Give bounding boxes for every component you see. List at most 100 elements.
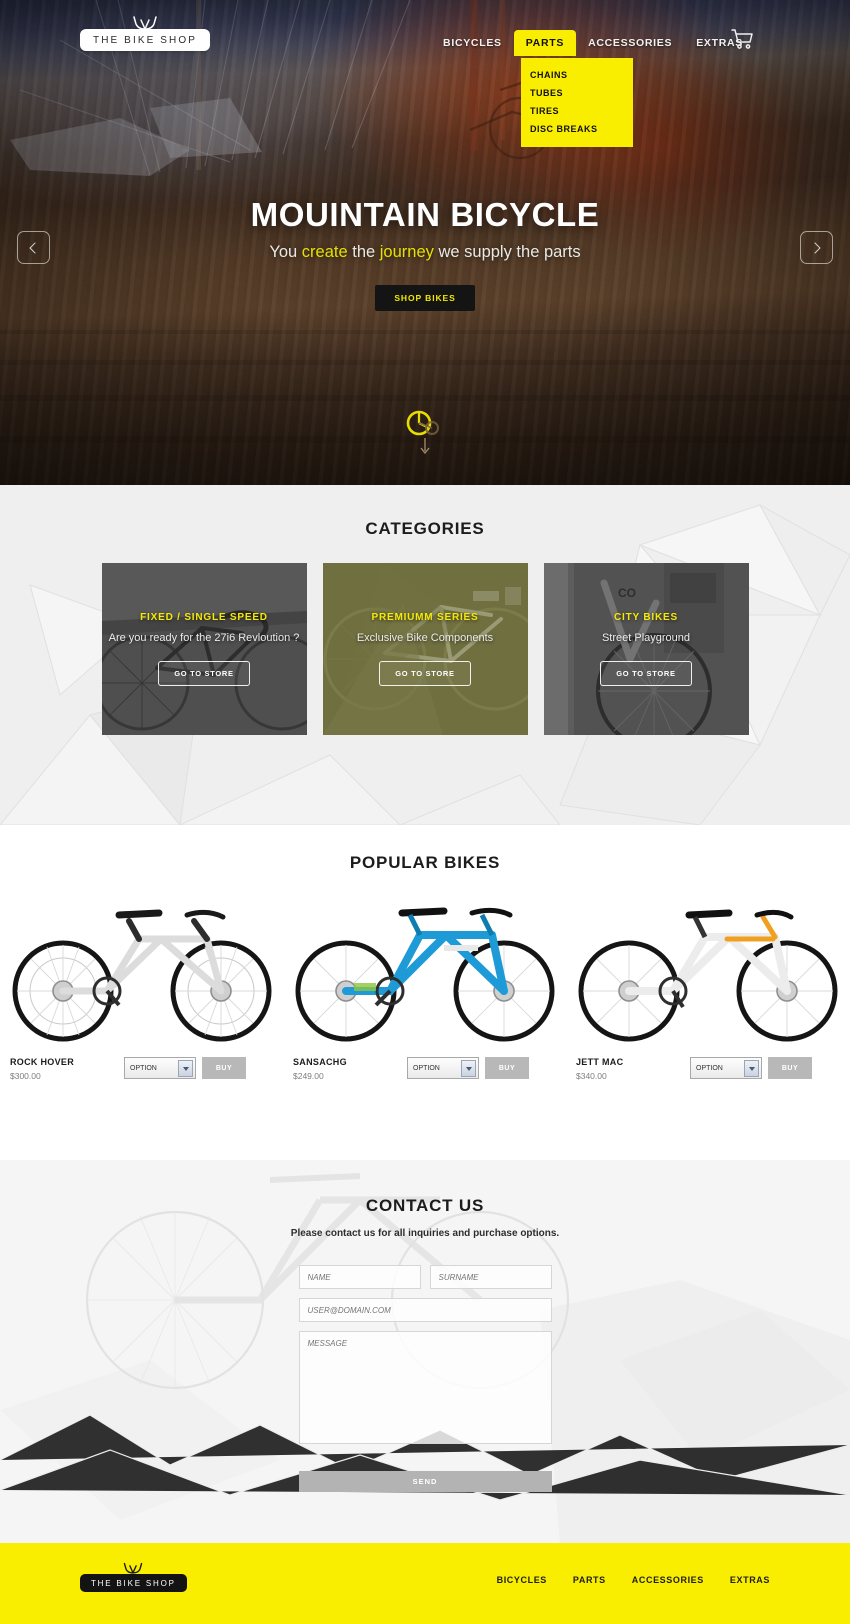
message-textarea[interactable] bbox=[298, 1331, 552, 1444]
email-input[interactable] bbox=[298, 1298, 552, 1322]
footer-logo-plate: THE BIKE SHOP bbox=[80, 1574, 187, 1592]
nav-item-parts[interactable]: PARTS bbox=[513, 30, 577, 56]
categories-card-row: FIXED / SINGLE SPEED Are you ready for t… bbox=[0, 563, 850, 735]
dropdown-item-chains[interactable]: CHAINS bbox=[521, 66, 633, 84]
name-input[interactable] bbox=[298, 1265, 421, 1289]
hero-sub-part-2: create bbox=[301, 243, 348, 261]
category-content-3: CITY BIKES Street Playground GO TO STORE bbox=[544, 612, 749, 686]
go-to-store-button-city[interactable]: GO TO STORE bbox=[600, 661, 692, 686]
hero-title: MOUINTAIN BICYCLE bbox=[250, 196, 600, 233]
product-cell-jett-mac: JETT MAC $340.00 OPTION BUY bbox=[566, 1057, 849, 1081]
carousel-prev-button[interactable] bbox=[17, 231, 50, 264]
option-select-value-1: OPTION bbox=[130, 1064, 157, 1072]
dropdown-item-tires[interactable]: TIRES bbox=[521, 102, 633, 120]
chevron-down-icon[interactable] bbox=[461, 1060, 476, 1077]
category-content-1: FIXED / SINGLE SPEED Are you ready for t… bbox=[102, 612, 307, 686]
buy-button-jett-mac[interactable]: BUY bbox=[768, 1057, 812, 1079]
category-desc-premiumm: Exclusive Bike Components bbox=[356, 632, 494, 644]
bike-wheel-scroll-down-icon bbox=[406, 410, 439, 436]
buy-button-rock-hover[interactable]: BUY bbox=[202, 1057, 246, 1079]
product-name-jett-mac: JETT MAC bbox=[576, 1057, 624, 1067]
shopping-cart-icon[interactable] bbox=[729, 26, 755, 52]
bike-image-cell-3 bbox=[566, 887, 849, 1047]
main-nav: BICYCLES PARTS ACCESSORIES EXTRAS bbox=[431, 30, 755, 56]
product-cell-sansachg: SANSACHG $249.00 OPTION BUY bbox=[283, 1057, 566, 1081]
product-price-sansachg: $249.00 bbox=[293, 1071, 324, 1081]
product-meta-3: JETT MAC $340.00 bbox=[566, 1057, 686, 1081]
buy-button-sansachg[interactable]: BUY bbox=[485, 1057, 529, 1079]
product-option-select-rock-hover[interactable]: OPTION bbox=[124, 1057, 196, 1079]
product-controls-2: OPTION BUY bbox=[407, 1057, 529, 1079]
go-to-store-button-fixed[interactable]: GO TO STORE bbox=[158, 661, 250, 686]
nav-item-bicycles[interactable]: BICYCLES bbox=[431, 30, 514, 56]
go-to-store-button-premiumm[interactable]: GO TO STORE bbox=[379, 661, 471, 686]
dropdown-item-tubes[interactable]: TUBES bbox=[521, 84, 633, 102]
footer-link-extras[interactable]: EXTRAS bbox=[730, 1575, 770, 1585]
option-select-value-3: OPTION bbox=[696, 1064, 723, 1072]
dropdown-item-disc-breaks[interactable]: DISC BREAKS bbox=[521, 120, 633, 138]
carousel-next-button[interactable] bbox=[800, 231, 833, 264]
product-cell-rock-hover: ROCK HOVER $300.00 OPTION BUY bbox=[0, 1057, 283, 1081]
hero-sub-part-4: journey bbox=[379, 243, 434, 261]
footer-link-parts[interactable]: PARTS bbox=[573, 1575, 606, 1585]
shop-bikes-button[interactable]: SHOP BIKES bbox=[375, 285, 475, 311]
footer-link-accessories[interactable]: ACCESSORIES bbox=[632, 1575, 704, 1585]
arrow-down-icon bbox=[420, 438, 430, 455]
contact-section: CONTACT US Please contact us for all inq… bbox=[0, 1160, 850, 1543]
product-info-row: ROCK HOVER $300.00 OPTION BUY SANSACHG $… bbox=[0, 1057, 850, 1081]
product-meta-2: SANSACHG $249.00 bbox=[283, 1057, 403, 1081]
contact-form: SEND bbox=[298, 1239, 552, 1492]
surname-input[interactable] bbox=[429, 1265, 552, 1289]
product-name-sansachg: SANSACHG bbox=[293, 1057, 347, 1067]
option-select-value-2: OPTION bbox=[413, 1064, 440, 1072]
product-meta-1: ROCK HOVER $300.00 bbox=[0, 1057, 120, 1081]
product-option-select-jett-mac[interactable]: OPTION bbox=[690, 1057, 762, 1079]
bicycle-image-sansachg bbox=[295, 907, 554, 1042]
hero-subtitle: You create the journey we supply the par… bbox=[0, 243, 850, 262]
category-card-fixed-single-speed[interactable]: FIXED / SINGLE SPEED Are you ready for t… bbox=[101, 563, 307, 735]
hero-section: THE BIKE SHOP BICYCLES PARTS ACCESSORIES… bbox=[0, 0, 850, 485]
bike-image-cell-2 bbox=[283, 887, 566, 1047]
popular-bikes-title: POPULAR BIKES bbox=[349, 853, 501, 872]
product-name-rock-hover: ROCK HOVER bbox=[10, 1057, 75, 1067]
send-button[interactable]: SEND bbox=[298, 1471, 552, 1492]
product-price-jett-mac: $340.00 bbox=[576, 1071, 607, 1081]
footer-nav: BICYCLES PARTS ACCESSORIES EXTRAS bbox=[497, 1575, 770, 1585]
bike-image-cell-1 bbox=[0, 887, 283, 1047]
category-card-city-bikes[interactable]: CO CITY BIKES Street Playground GO TO ST… bbox=[543, 563, 749, 735]
name-row bbox=[298, 1265, 552, 1289]
parts-dropdown-menu: CHAINS TUBES TIRES DISC BREAKS bbox=[521, 58, 633, 147]
categories-title: CATEGORIES bbox=[365, 519, 485, 538]
contact-subtitle: Please contact us for all inquiries and … bbox=[290, 1228, 560, 1239]
bike-image-row bbox=[0, 887, 850, 1047]
product-option-select-sansachg[interactable]: OPTION bbox=[407, 1057, 479, 1079]
site-footer: THE BIKE SHOP BICYCLES PARTS ACCESSORIES… bbox=[0, 1543, 850, 1624]
category-label-city: CITY BIKES bbox=[614, 612, 678, 623]
logo-text: THE BIKE SHOP bbox=[93, 35, 197, 46]
category-label-premiumm: PREMIUMM SERIES bbox=[371, 612, 479, 623]
site-header: THE BIKE SHOP BICYCLES PARTS ACCESSORIES… bbox=[0, 0, 850, 147]
footer-link-bicycles[interactable]: BICYCLES bbox=[497, 1575, 547, 1585]
category-desc-city: Street Playground bbox=[601, 632, 691, 644]
hero-sub-part-3: the bbox=[347, 243, 380, 261]
chevron-right-icon bbox=[809, 241, 821, 254]
hero-sub-part-5: we supply the parts bbox=[433, 243, 581, 261]
contact-content: CONTACT US Please contact us for all inq… bbox=[0, 1160, 850, 1492]
product-price-rock-hover: $300.00 bbox=[10, 1071, 41, 1081]
nav-item-accessories[interactable]: ACCESSORIES bbox=[576, 30, 684, 56]
popular-bikes-section: POPULAR BIKES ROCK HOVER $300.00 OPTION … bbox=[0, 825, 850, 1160]
category-content-2: PREMIUMM SERIES Exclusive Bike Component… bbox=[323, 612, 528, 686]
site-logo[interactable]: THE BIKE SHOP bbox=[80, 15, 210, 51]
category-card-premiumm-series[interactable]: PREMIUMM SERIES Exclusive Bike Component… bbox=[322, 563, 528, 735]
footer-logo-text: THE BIKE SHOP bbox=[91, 1579, 176, 1588]
chevron-down-icon[interactable] bbox=[744, 1060, 759, 1077]
product-controls-3: OPTION BUY bbox=[690, 1057, 812, 1079]
categories-section: CATEGORIES FIXED / SINGLE SPEED Are you … bbox=[0, 485, 850, 825]
bicycle-image-rock-hover bbox=[12, 909, 271, 1042]
contact-title: CONTACT US bbox=[365, 1196, 485, 1215]
scroll-down-indicator[interactable] bbox=[0, 410, 850, 456]
category-label-fixed: FIXED / SINGLE SPEED bbox=[140, 612, 268, 623]
footer-logo[interactable]: THE BIKE SHOP bbox=[80, 1562, 187, 1592]
chevron-down-icon[interactable] bbox=[178, 1060, 193, 1077]
category-desc-fixed: Are you ready for the 27i6 Revloution ? bbox=[108, 632, 300, 644]
